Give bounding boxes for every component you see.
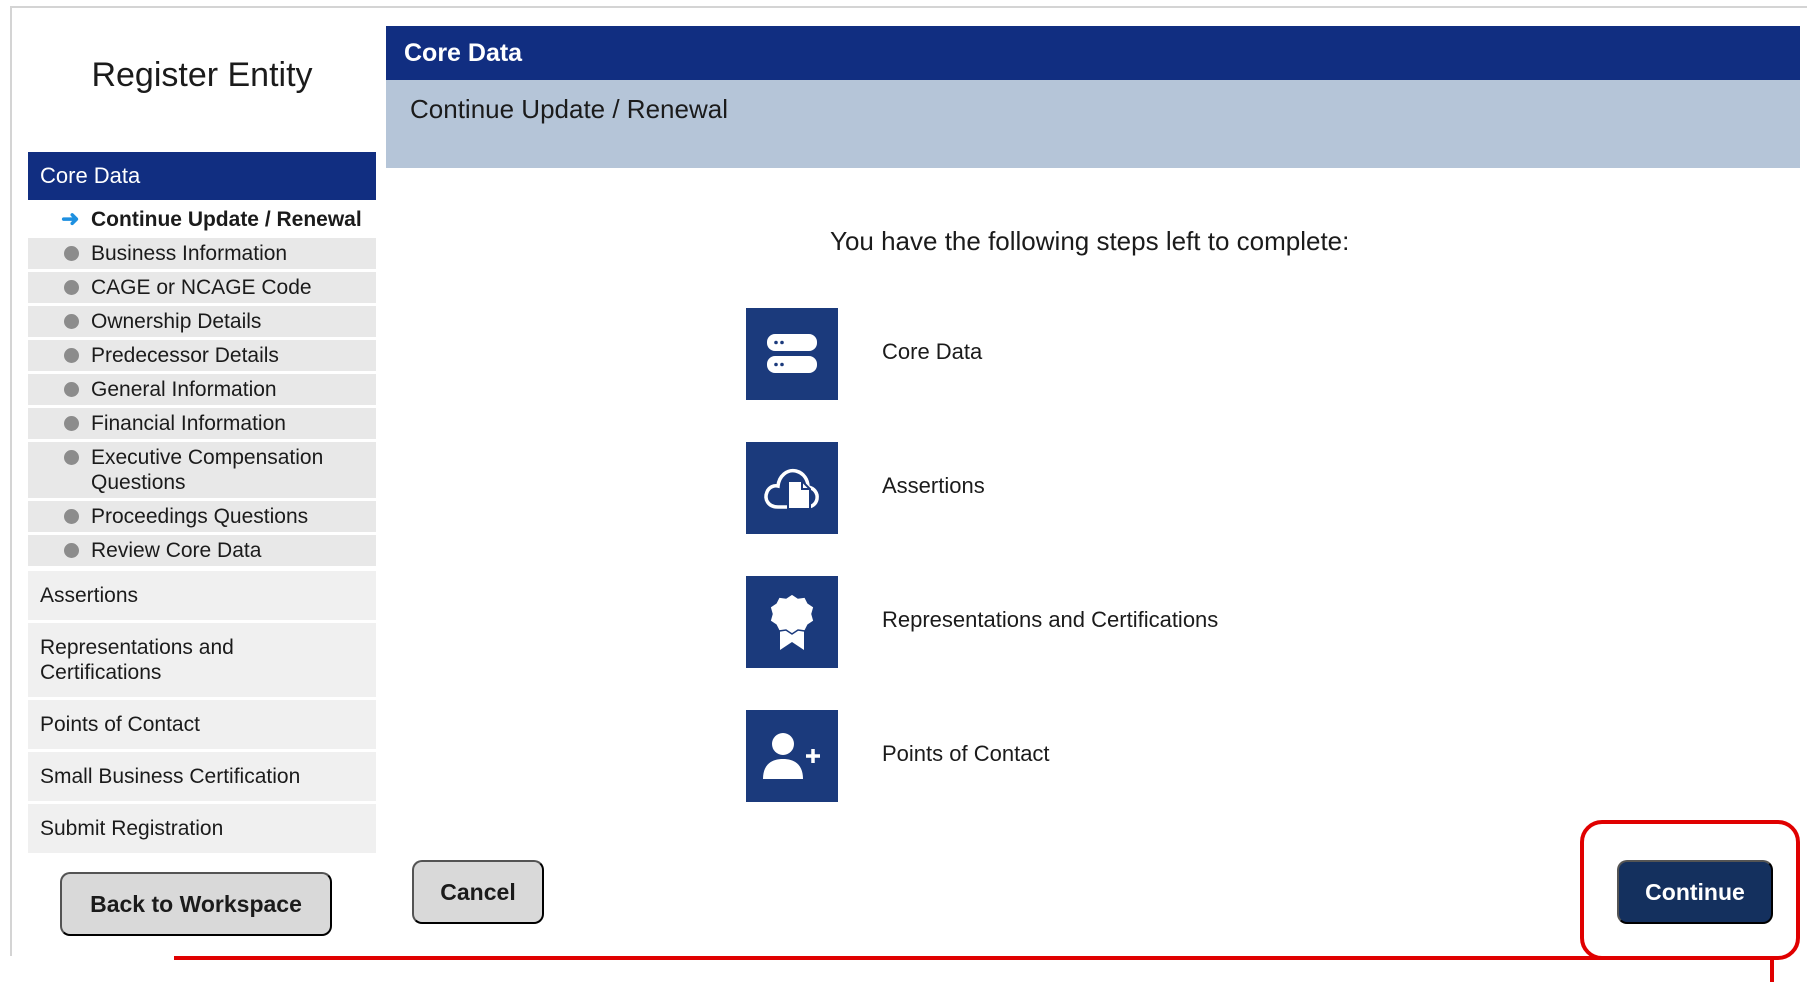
arrow-right-icon: ➜ — [61, 206, 80, 231]
sidebar-item-business-information[interactable]: Business Information — [28, 238, 376, 269]
sidebar-section-core-data[interactable]: Core Data — [28, 152, 376, 200]
sidebar-title: Register Entity — [91, 56, 313, 94]
sidebar-item-label: Continue Update / Renewal — [91, 208, 362, 231]
sidebar-item-label: Business Information — [91, 242, 288, 265]
step-label: Assertions — [882, 473, 985, 498]
bullet-icon — [64, 509, 79, 524]
page-subtitle: Continue Update / Renewal — [410, 94, 728, 124]
bullet-icon — [64, 450, 79, 465]
page-title: Core Data — [386, 26, 1800, 80]
step-reps-certs: Representations and Certifications — [746, 576, 1446, 668]
sidebar-section-reps-certs[interactable]: Representations and Certifications — [28, 623, 376, 697]
badge-ribbon-icon — [746, 576, 838, 668]
sidebar-item-label: Financial Information — [91, 412, 286, 435]
sidebar-section-assertions[interactable]: Assertions — [28, 571, 376, 620]
steps-intro: You have the following steps left to com… — [830, 226, 1350, 256]
bullet-icon — [64, 416, 79, 431]
sidebar-item-continue-update[interactable]: ➜ Continue Update / Renewal — [28, 204, 376, 235]
sidebar-item-review-core-data[interactable]: Review Core Data — [28, 535, 376, 566]
sidebar-section-small-business[interactable]: Small Business Certification — [28, 752, 376, 801]
bullet-icon — [64, 314, 79, 329]
sidebar-item-proceedings-questions[interactable]: Proceedings Questions — [28, 501, 376, 532]
highlight-connector — [1770, 956, 1774, 982]
sidebar-item-label: CAGE or NCAGE Code — [91, 276, 312, 299]
sidebar-item-label: Proceedings Questions — [91, 505, 309, 528]
highlight-box — [1580, 820, 1800, 960]
sidebar-item-general-information[interactable]: General Information — [28, 374, 376, 405]
bullet-icon — [64, 280, 79, 295]
step-label: Points of Contact — [882, 741, 1050, 766]
sidebar-item-financial-information[interactable]: Financial Information — [28, 408, 376, 439]
sidebar-item-label: Review Core Data — [91, 539, 262, 562]
sidebar-item-label: Predecessor Details — [91, 344, 279, 367]
step-label: Core Data — [882, 339, 983, 364]
cloud-document-icon — [746, 442, 838, 534]
page-frame-top — [10, 6, 1807, 8]
step-points-of-contact: Points of Contact — [746, 710, 1446, 802]
step-core-data: Core Data — [746, 308, 1446, 400]
add-user-icon — [746, 710, 838, 802]
page-subtitle-bar: Continue Update / Renewal — [386, 80, 1800, 168]
bullet-icon — [64, 543, 79, 558]
sidebar-item-ownership-details[interactable]: Ownership Details — [28, 306, 376, 337]
sidebar-item-executive-compensation[interactable]: Executive Compensation Questions — [28, 442, 376, 498]
page-frame-left — [10, 6, 12, 956]
sidebar-item-cage-code[interactable]: CAGE or NCAGE Code — [28, 272, 376, 303]
sidebar-item-predecessor-details[interactable]: Predecessor Details — [28, 340, 376, 371]
cancel-button[interactable]: Cancel — [412, 860, 544, 924]
sidebar-item-label: General Information — [91, 378, 277, 401]
highlight-line — [174, 956, 1774, 960]
server-icon — [746, 308, 838, 400]
bullet-icon — [64, 382, 79, 397]
bullet-icon — [64, 348, 79, 363]
sidebar-nav: Register Entity Core Data ➜ Continue Upd… — [28, 24, 376, 853]
step-assertions: Assertions — [746, 442, 1446, 534]
sidebar-item-label: Executive Compensation Questions — [91, 446, 324, 494]
sidebar-section-submit-registration[interactable]: Submit Registration — [28, 804, 376, 853]
back-to-workspace-button[interactable]: Back to Workspace — [60, 872, 332, 936]
step-label: Representations and Certifications — [882, 607, 1219, 632]
sidebar-item-label: Ownership Details — [91, 310, 262, 333]
core-data-sublist: ➜ Continue Update / Renewal Business Inf… — [28, 200, 376, 566]
bullet-icon — [64, 246, 79, 261]
sidebar-section-points-of-contact[interactable]: Points of Contact — [28, 700, 376, 749]
